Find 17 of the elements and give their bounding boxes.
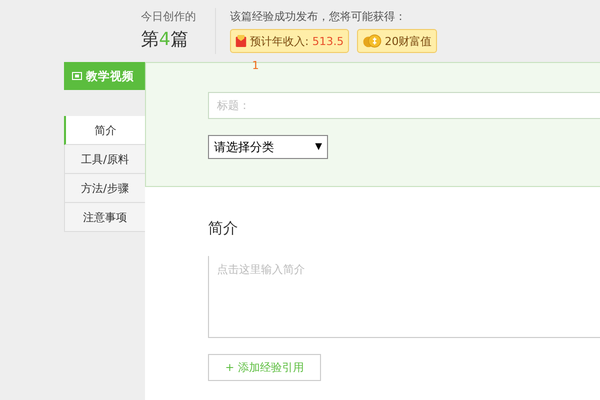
reward-caption: 该篇经验成功发布，您将可能获得： bbox=[230, 9, 407, 24]
category-select[interactable]: 请选择分类 ▼ bbox=[208, 135, 328, 159]
article-count: 第4篇 bbox=[141, 28, 190, 51]
title-field[interactable]: 标题： bbox=[208, 92, 600, 119]
section-tab[interactable]: 方法/步骤 bbox=[64, 174, 145, 203]
coins-icon bbox=[362, 34, 382, 48]
intro-field[interactable]: 点击这里输入简介 bbox=[208, 256, 600, 338]
reward-badge: 20财富值 bbox=[356, 29, 437, 53]
film-icon bbox=[72, 72, 82, 80]
reward-badge: 预计年收入: 513.5 bbox=[230, 29, 349, 53]
section-heading: 简介 bbox=[208, 219, 239, 238]
envelope-icon bbox=[235, 34, 247, 48]
stat-label: 今日创作的 bbox=[141, 9, 197, 24]
annotation-number: 1 bbox=[252, 59, 259, 72]
section-tab[interactable]: 工具/原料 bbox=[64, 145, 145, 174]
section-tab[interactable]: 简介 bbox=[64, 116, 145, 145]
section-tab[interactable]: 注意事项 bbox=[64, 203, 145, 232]
